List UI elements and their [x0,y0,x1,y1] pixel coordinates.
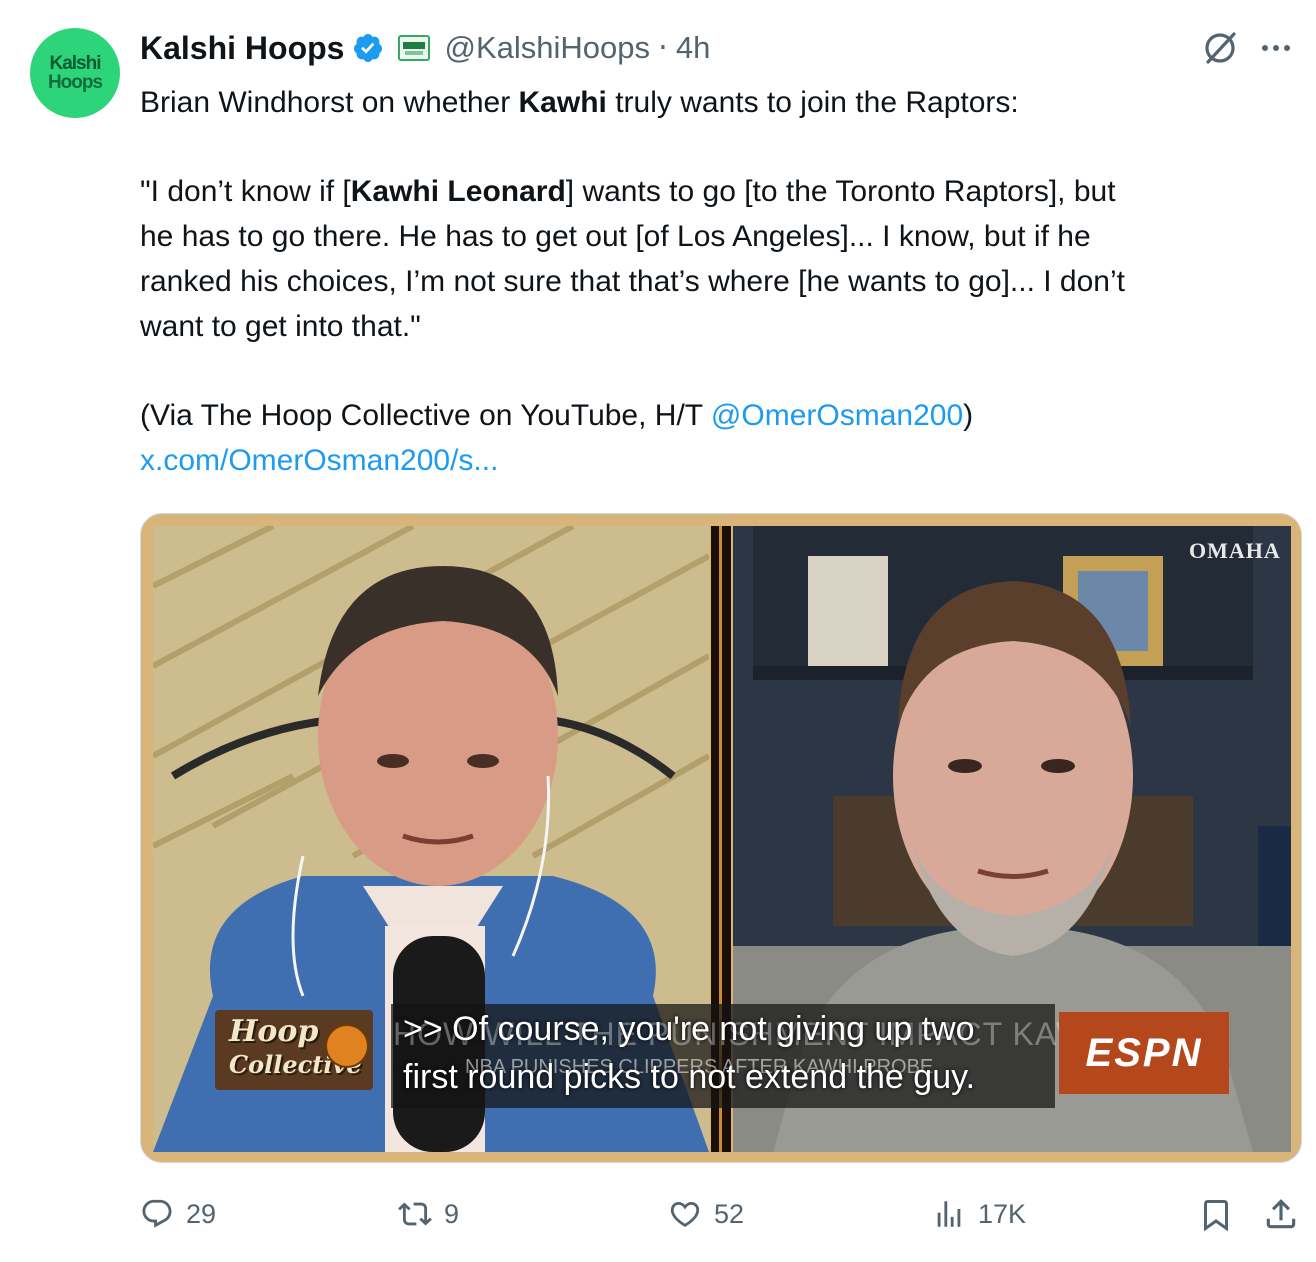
display-name[interactable]: Kalshi Hoops [140,30,344,67]
video-media[interactable]: OMAHA Hoop Collective HOW WILL THE PUNIS… [140,513,1302,1163]
quote-line-2: he has to go there. He has to get out [o… [140,220,1091,253]
avatar-text-hoops: Hoops [47,72,103,93]
timestamp[interactable]: 4h [676,30,710,66]
views-count: 17K [978,1198,1027,1229]
bookmark-icon[interactable] [1198,1196,1234,1234]
share-icon[interactable] [1262,1194,1300,1234]
caption-line-2: first round picks to not extend the guy. [403,1058,976,1096]
bold-kawhi-leonard: Kawhi Leonard [350,175,566,208]
grok-icon[interactable] [1200,28,1240,68]
heart-icon [670,1201,700,1227]
reply-icon [142,1199,172,1228]
caption-line-1: >> Of course, you're not giving up two [403,1010,975,1048]
handle[interactable]: @KalshiHoops [444,30,650,66]
reply-button[interactable]: 29 [140,1192,216,1236]
bold-kawhi: Kawhi [518,86,607,119]
repost-button[interactable]: 9 [398,1192,459,1236]
avatar[interactable]: Kalshi Hoops [30,28,120,118]
quote-line-1: "I don’t know if [Kawhi Leonard] wants t… [140,175,1116,208]
repost-icon [398,1202,432,1226]
separator-dot: · [657,30,668,66]
via-line: (Via The Hoop Collective on YouTube, H/T… [140,399,974,432]
url-link[interactable]: x.com/OmerOsman200/s... [140,444,498,477]
quote-line-3: ranked his choices, I’m not sure that th… [140,265,1125,298]
repost-count: 9 [444,1198,460,1229]
quote-line-4: want to get into that." [140,310,421,343]
views-button[interactable]: 17K [932,1192,1026,1236]
like-button[interactable]: 52 [668,1192,744,1236]
basketball-icon [325,1024,369,1068]
mention-link[interactable]: @OmerOsman200 [711,399,963,432]
tweet-header: Kalshi Hoops @KalshiHoops · 4h [140,26,710,70]
espn-logo: ESPN [1059,1012,1229,1094]
verified-badge-icon [354,34,383,62]
tweet-line-1: Brian Windhorst on whether Kawhi truly w… [140,86,1019,119]
like-count: 52 [714,1198,745,1229]
action-bar: 29 9 52 17K [140,1192,1304,1236]
omaha-logo: OMAHA [1189,538,1281,563]
hoop-collective-logo: Hoop Collective [215,1010,373,1090]
tweet-text: Brian Windhorst on whether Kawhi truly w… [140,80,1300,483]
views-icon [937,1201,961,1227]
affiliate-badge-icon[interactable] [398,35,431,61]
avatar-text-kalshi: Kalshi [49,53,101,74]
reply-count: 29 [186,1198,217,1229]
more-options-icon[interactable] [1262,36,1302,60]
